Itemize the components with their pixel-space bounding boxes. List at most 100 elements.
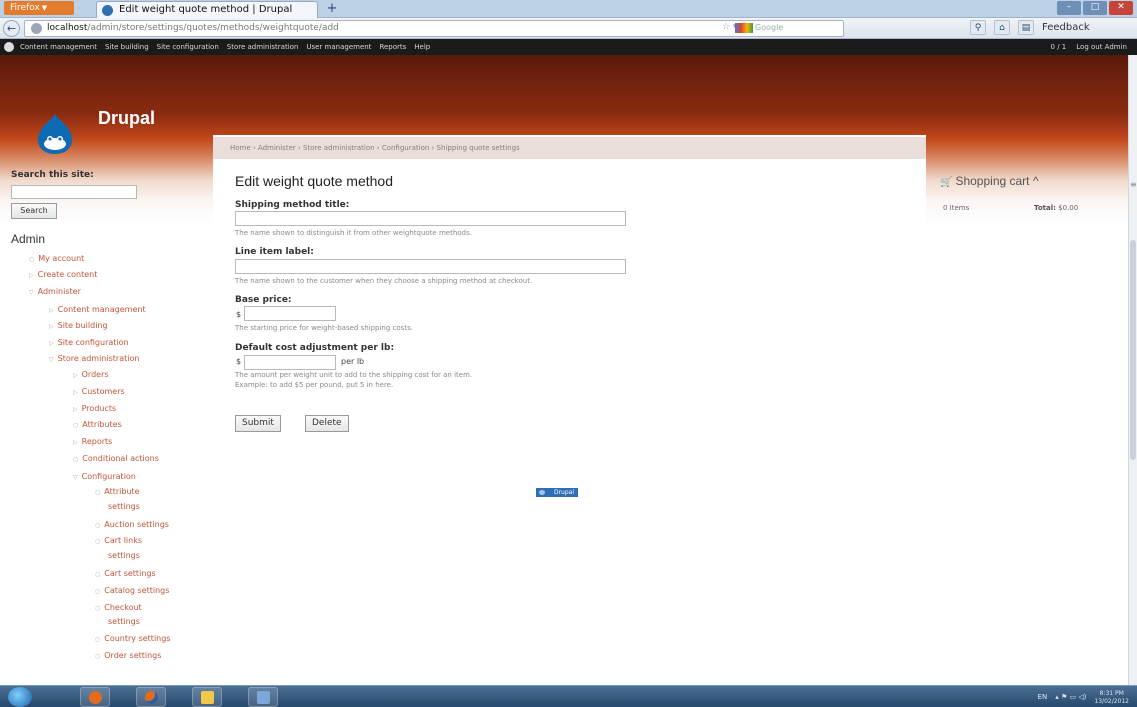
taskbar-app[interactable] [248,687,278,707]
bullet-icon: ○ [95,605,101,612]
menu-item-conditional-actions[interactable]: ○ Conditional actions [73,454,159,465]
menu-item-content-management[interactable]: ▷ Content management [49,305,146,316]
admin-menu-site-configuration[interactable]: Site configuration [157,39,219,55]
taskbar-media-player[interactable] [80,687,110,707]
powered-by-drupal-badge[interactable]: Drupal [536,488,578,497]
bullet-icon: ○ [73,456,79,463]
firefox-icon [145,691,158,704]
base-price-input[interactable] [244,306,336,321]
menu-item-attributes[interactable]: ○ Attributes [73,420,122,431]
line-item-label-label: Line item label: [235,247,314,257]
language-indicator[interactable]: EN [1038,686,1048,707]
admin-menu-reports[interactable]: Reports [379,39,406,55]
menu-item-customers[interactable]: ▷ Customers [73,387,125,398]
menu-item-country-settings[interactable]: ○ Country settings [95,634,170,645]
menu-item-administer[interactable]: ▽ Administer [29,287,81,298]
shopping-cart-label: Shopping cart [955,174,1030,188]
menu-label: Configuration [81,472,136,481]
expanded-arrow-icon: ▽ [73,474,78,481]
collapsed-arrow-icon: ▷ [49,340,54,347]
menu-item-cart-settings[interactable]: ○ Cart settings [95,569,156,580]
site-name[interactable]: Drupal [98,108,155,129]
menu-item-catalog-settings[interactable]: ○ Catalog settings [95,586,169,597]
menu-item-cart-links-settings[interactable]: ○ Cart links [95,536,142,547]
admin-menu-user-management[interactable]: User management [306,39,371,55]
collapse-icon[interactable]: ^ [1033,174,1039,188]
feedback-button[interactable]: Feedback [1042,22,1090,33]
menu-label: Orders [81,370,109,379]
cart-total-label: Total: [1034,204,1056,212]
base-price-label: Base price: [235,295,292,305]
address-bar[interactable]: localhost/admin/store/settings/quotes/me… [24,20,844,37]
clock[interactable]: 8:31 PM 13/02/2012 [1094,688,1129,706]
menu-label: Reports [81,437,113,446]
taskbar-explorer[interactable] [192,687,222,707]
menu-item-attribute-settings-line2[interactable]: settings [108,502,140,512]
admin-menu-store-administration[interactable]: Store administration [227,39,299,55]
firefox-menu-button[interactable]: Firefox ▼ [4,1,74,15]
menu-item-auction-settings[interactable]: ○ Auction settings [95,520,169,531]
cost-adjustment-input[interactable] [244,355,336,370]
menu-item-site-configuration[interactable]: ▷ Site configuration [49,338,129,349]
search-icon[interactable]: ⚲ [970,20,986,35]
home-icon[interactable]: ⌂ [994,20,1010,35]
minimize-button[interactable]: – [1057,1,1081,15]
search-label: Search this site: [11,170,94,180]
taskbar-firefox[interactable] [136,687,166,707]
menu-label: Country settings [104,634,171,643]
drupal-logo[interactable] [36,113,74,155]
new-tab-button[interactable]: + [322,2,342,16]
breadcrumb[interactable]: Home › Administer › Store administration… [213,137,926,159]
bullet-icon: ○ [73,422,79,429]
collapsed-arrow-icon: ▷ [49,307,54,314]
menu-item-products[interactable]: ▷ Products [73,404,116,415]
menu-item-checkout-settings[interactable]: ○ Checkout [95,603,142,614]
search-box[interactable]: Google [735,21,845,35]
menu-label: Order settings [104,651,162,660]
shipping-method-title-label: Shipping method title: [235,200,350,210]
folder-icon [201,691,214,704]
menu-item-attribute-settings[interactable]: ○ Attribute [95,487,140,498]
menu-item-reports[interactable]: ▷ Reports [73,437,112,448]
scrollbar-thumb[interactable] [1130,240,1136,460]
tray-icons[interactable]: ▴ ⚑ ▭ ◁) [1055,686,1086,707]
cost-adjustment-currency: $ [236,357,242,366]
menu-item-site-building[interactable]: ▷ Site building [49,321,108,332]
delete-button[interactable]: Delete [305,415,349,432]
drupal-icon[interactable] [4,42,14,52]
admin-menu-site-building[interactable]: Site building [105,39,149,55]
line-item-label-description: The name shown to the customer when they… [235,277,533,285]
site-identity-icon[interactable] [31,23,42,34]
menu-item-orders[interactable]: ▷ Orders [73,370,109,381]
menu-item-create-content[interactable]: ▷ Create content [29,270,97,281]
menu-item-configuration[interactable]: ▽ Configuration [73,472,136,483]
navigation-toolbar: ← localhost/admin/store/settings/quotes/… [0,18,1137,39]
search-button[interactable]: Search [11,203,57,219]
submit-button[interactable]: Submit [235,415,281,432]
shopping-cart-title[interactable]: 🛒 Shopping cart ^ [940,174,1039,188]
menu-label: Store administration [57,354,140,363]
menu-item-store-administration[interactable]: ▽ Store administration [49,354,139,365]
menu-item-checkout-settings-line2[interactable]: settings [108,617,140,627]
cart-total-value: $0.00 [1058,204,1079,212]
start-button[interactable] [8,687,32,707]
admin-menu-help[interactable]: Help [414,39,430,55]
logout-link[interactable]: Log out Admin [1076,39,1127,55]
page-scrollbar[interactable]: ≡ [1128,55,1137,685]
admin-menu-content-management[interactable]: Content management [20,39,97,55]
menu-item-order-settings[interactable]: ○ Order settings [95,651,161,662]
shipping-method-title-input[interactable] [235,211,626,226]
users-online-count[interactable]: 0 / 1 [1051,39,1067,55]
close-button[interactable]: ✕ [1109,1,1133,15]
tab-active[interactable]: Edit weight quote method | Drupal [96,1,318,18]
menu-label: Content management [57,305,146,314]
search-input[interactable] [11,185,137,199]
url-host: localhost [47,23,88,33]
back-button[interactable]: ← [3,20,20,37]
menu-label: Cart links [104,536,143,545]
bookmarks-icon[interactable]: ▤ [1018,20,1034,35]
line-item-label-input[interactable] [235,259,626,274]
menu-item-cart-links-settings-line2[interactable]: settings [108,551,140,561]
menu-item-my-account[interactable]: ○ My account [29,254,84,265]
maximize-button[interactable]: □ [1083,1,1107,15]
